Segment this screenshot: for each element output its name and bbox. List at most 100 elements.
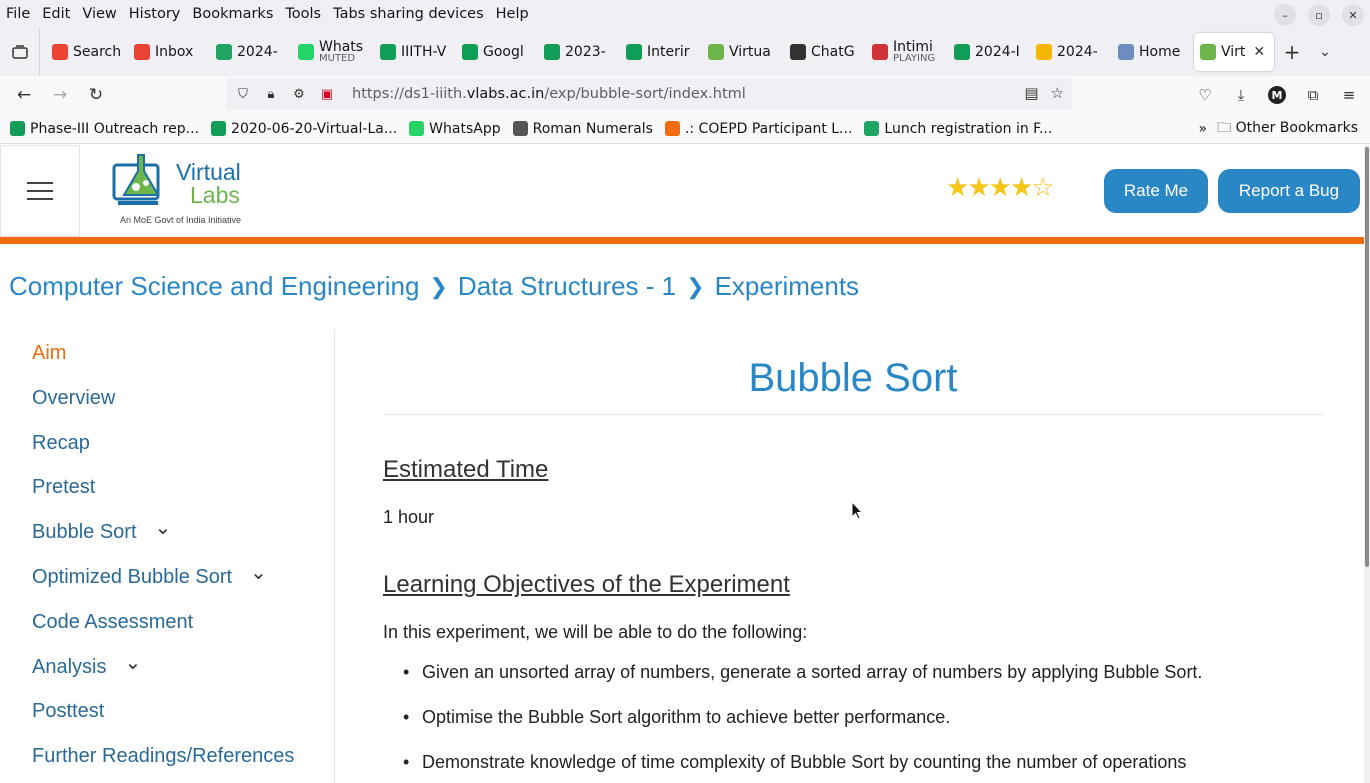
back-icon[interactable]: ← — [6, 79, 42, 111]
breadcrumb-item-lab[interactable]: Data Structures - 1 — [458, 271, 676, 302]
close-window-icon[interactable]: ✕ — [1342, 4, 1364, 26]
scrollbar-thumb[interactable] — [1365, 147, 1369, 567]
menu-tools[interactable]: Tools — [279, 6, 327, 22]
tab-5[interactable]: Googl — [456, 33, 538, 71]
chevron-down-icon[interactable]: ⌄ — [155, 515, 172, 540]
pdf-icon[interactable]: ▣ — [316, 87, 338, 102]
tab-label: 2024-I — [975, 44, 1020, 60]
permissions-icon[interactable]: ⚙ — [288, 87, 310, 102]
virtual-labs-logo[interactable]: Virtual Labs An MoE Govt of India Initia… — [110, 151, 252, 231]
tab-11[interactable]: 2024-I — [948, 33, 1030, 71]
close-tab-icon[interactable]: ✕ — [1253, 44, 1265, 60]
podcast-icon — [872, 44, 888, 60]
url-bar[interactable]: ⛉ 🔒︎ ⚙ ▣ https://ds1-iiith.vlabs.ac.in/e… — [226, 78, 1072, 110]
breadcrumb: Computer Science and Engineering ❯ Data … — [9, 271, 859, 302]
url-actions: ▤ ☆ — [1024, 84, 1064, 102]
chevron-down-icon[interactable]: ⌄ — [250, 560, 267, 585]
rate-me-button[interactable]: Rate Me — [1104, 169, 1208, 213]
bookmark-item[interactable]: Roman Numerals — [507, 121, 659, 137]
download-icon[interactable]: ⤓ — [1230, 79, 1252, 111]
sidebar-item[interactable]: Code Assessment — [32, 611, 193, 634]
chevron-right-icon: ❯ — [429, 273, 448, 299]
coepd-icon — [664, 121, 680, 136]
menu-icon — [27, 176, 53, 206]
bookmark-item[interactable]: 2020-06-20-Virtual-La... — [205, 121, 403, 137]
tab-label: Virt — [1221, 44, 1246, 60]
tab-2[interactable]: 2024- — [210, 33, 292, 71]
star-filled-icon[interactable]: ★ — [946, 173, 969, 203]
chevron-down-icon[interactable]: ⌄ — [124, 650, 141, 675]
forward-icon[interactable]: → — [42, 79, 78, 111]
sidebar-item[interactable]: Recap — [32, 432, 90, 455]
hamburger-menu-icon[interactable]: ≡ — [1338, 79, 1360, 111]
sidebar-item[interactable]: Analysis ⌄ — [32, 652, 141, 679]
pocket-icon[interactable]: ♡ — [1194, 79, 1216, 111]
menu-file[interactable]: File — [0, 6, 36, 22]
tab-4[interactable]: IIITH-V — [374, 33, 456, 71]
report-bug-button[interactable]: Report a Bug — [1218, 169, 1360, 213]
tab-3[interactable]: Whats MUTED — [292, 33, 374, 71]
tab-9[interactable]: ChatG — [784, 33, 866, 71]
estimated-time-heading: Estimated Time — [383, 456, 549, 483]
star-filled-icon[interactable]: ★ — [1010, 173, 1033, 203]
star-empty-icon[interactable]: ☆ — [1031, 173, 1054, 203]
tab-list-icon[interactable] — [0, 28, 40, 76]
sidebar-item[interactable]: Posttest — [32, 700, 104, 723]
tab-1[interactable]: Inbox — [128, 33, 210, 71]
tab-12[interactable]: 2024- — [1030, 33, 1112, 71]
tab-13[interactable]: Home — [1112, 33, 1194, 71]
learning-objectives-heading: Learning Objectives of the Experiment — [383, 571, 790, 598]
star-filled-icon[interactable]: ★ — [989, 173, 1012, 203]
tab-label: Search — [73, 44, 122, 60]
account-icon[interactable]: M — [1266, 79, 1288, 111]
bookmark-label: Phase-III Outreach rep... — [30, 120, 200, 137]
bookmark-item[interactable]: Lunch registration in F... — [858, 121, 1058, 137]
bookmark-item[interactable]: Phase-III Outreach rep... — [4, 121, 205, 137]
menu-help[interactable]: Help — [490, 6, 535, 22]
reload-icon[interactable]: ↻ — [78, 79, 114, 111]
menu-history[interactable]: History — [123, 6, 187, 22]
menu-tabs-sharing[interactable]: Tabs sharing devices — [327, 6, 490, 22]
bookmark-item[interactable]: .: COEPD Participant L... — [659, 121, 858, 137]
sidebar-item-label: Analysis — [32, 655, 107, 678]
site-menu-button[interactable] — [0, 145, 80, 237]
tab-7[interactable]: Interir — [620, 33, 702, 71]
bookmark-item[interactable]: WhatsApp — [403, 121, 506, 137]
vlabs-icon — [708, 44, 724, 60]
url-text[interactable]: https://ds1-iiith.vlabs.ac.in/exp/bubble… — [352, 86, 746, 102]
sidebar-item[interactable]: Overview — [32, 387, 115, 410]
chevron-down-icon[interactable]: ⌄ — [1310, 44, 1340, 60]
tab-6[interactable]: 2023- — [538, 33, 620, 71]
sidebar-item[interactable]: Further Readings/References — [32, 745, 294, 768]
tab-10[interactable]: Intimi PLAYING — [866, 33, 948, 71]
reader-view-icon[interactable]: ▤ — [1024, 84, 1038, 102]
rating-stars[interactable]: ★★★★☆ — [946, 173, 1055, 203]
bookmark-star-icon[interactable]: ☆ — [1051, 84, 1064, 102]
restore-icon[interactable]: ▫ — [1308, 4, 1330, 26]
breadcrumb-item-department[interactable]: Computer Science and Engineering — [9, 271, 419, 302]
other-bookmarks-label: Other Bookmarks — [1235, 120, 1358, 136]
sidebar-item[interactable]: Bubble Sort ⌄ — [32, 517, 171, 544]
sidebar-item[interactable]: Pretest — [32, 476, 95, 499]
extensions-icon[interactable]: ⧉ — [1302, 79, 1324, 111]
chevron-double-right-icon[interactable]: » — [1199, 121, 1208, 137]
breadcrumb-item-experiments[interactable]: Experiments — [715, 271, 860, 302]
tab-8[interactable]: Virtua — [702, 33, 784, 71]
other-bookmarks[interactable]: 🗀︎ Other Bookmarks — [1217, 117, 1358, 141]
minimize-icon[interactable]: – — [1274, 4, 1296, 26]
sidebar-item[interactable]: Aim — [32, 342, 66, 365]
page-scrollbar[interactable] — [1364, 145, 1370, 783]
shield-icon[interactable]: ⛉ — [232, 87, 254, 102]
menu-view[interactable]: View — [76, 6, 122, 22]
sidebar-item[interactable]: Optimized Bubble Sort ⌄ — [32, 562, 267, 589]
tab-label: 2023- — [565, 44, 606, 60]
new-tab-button[interactable]: + — [1274, 40, 1310, 64]
tab-14[interactable]: Virt ✕ — [1194, 33, 1274, 71]
menu-edit[interactable]: Edit — [36, 6, 76, 22]
star-filled-icon[interactable]: ★ — [967, 173, 990, 203]
tab-label: 2024- — [1057, 44, 1098, 60]
tabs: Search Inbox 2024- Whats MUTED IIITH-V Googl 20… — [40, 28, 1274, 76]
lock-icon[interactable]: 🔒︎ — [260, 87, 282, 102]
tab-0[interactable]: Search — [46, 33, 128, 71]
menu-bookmarks[interactable]: Bookmarks — [186, 6, 279, 22]
